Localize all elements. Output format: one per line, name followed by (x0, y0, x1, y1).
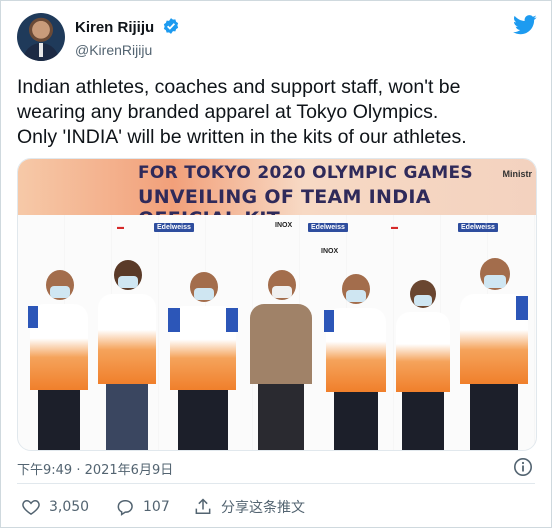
info-icon[interactable] (513, 457, 533, 482)
like-button[interactable]: 3,050 (21, 495, 89, 519)
banner-line-1: FOR TOKYO 2020 OLYMPIC GAMES (138, 163, 473, 183)
tweet-text-line: Only 'INDIA' will be written in the kits… (17, 126, 467, 148)
display-name[interactable]: Kiren Rijiju (75, 18, 154, 38)
like-count: 3,050 (49, 499, 90, 515)
sponsor-logo: Edelweiss (458, 223, 498, 232)
tweet-text-line: Indian athletes, coaches and support sta… (17, 76, 461, 98)
share-icon (195, 498, 211, 514)
sponsor-logo: Edelweiss (308, 223, 348, 232)
dignitary-figure (244, 270, 318, 450)
reply-count: 107 (143, 499, 170, 515)
sponsor-logo-mark: ▬ (117, 224, 124, 231)
tweet-text-line: wearing any branded apparel at Tokyo Oly… (17, 101, 439, 123)
sponsor-logo: INOX (321, 248, 339, 255)
tweet-timestamp[interactable]: 下午9:49 · 2021年6月9日 (17, 459, 173, 478)
reply-button[interactable]: 107 (115, 495, 170, 519)
tweet-card[interactable]: Kiren Rijiju @KirenRijiju Indian athlete… (0, 0, 552, 528)
athlete-figure (390, 280, 456, 450)
sponsor-logo-mark: ▬ (391, 224, 398, 231)
athlete-figure (454, 258, 534, 450)
athlete-figure (164, 272, 242, 450)
divider (17, 483, 535, 484)
share-label: 分享这条推文 (221, 500, 305, 516)
athlete-figure (24, 270, 94, 450)
ministry-text: Ministr (502, 169, 532, 179)
sponsor-logo: Edelweiss (154, 223, 194, 232)
handle[interactable]: @KirenRijiju (75, 40, 180, 60)
athlete-figure (92, 260, 162, 450)
athlete-figure (320, 274, 392, 450)
verified-badge-icon (162, 17, 180, 40)
sponsor-wall: Edelweiss INOX Edelweiss Edelweiss INOX … (18, 215, 536, 450)
tweet-photo[interactable]: FOR TOKYO 2020 OLYMPIC GAMES UNVEILING O… (17, 158, 537, 451)
heart-icon (22, 499, 40, 515)
author-block[interactable]: Kiren Rijiju @KirenRijiju (75, 17, 180, 60)
share-button[interactable]: 分享这条推文 (193, 495, 305, 519)
tweet-header: Kiren Rijiju @KirenRijiju (17, 13, 537, 63)
photo-banner: FOR TOKYO 2020 OLYMPIC GAMES UNVEILING O… (18, 159, 536, 230)
sponsor-logo: INOX (275, 222, 293, 229)
twitter-bird-icon[interactable] (513, 15, 537, 40)
tweet-actions: 3,050 107 分享这条推文 (17, 495, 537, 519)
tweet-text: Indian athletes, coaches and support sta… (17, 75, 537, 150)
reply-bubble-icon (117, 500, 133, 516)
avatar[interactable] (17, 13, 65, 61)
